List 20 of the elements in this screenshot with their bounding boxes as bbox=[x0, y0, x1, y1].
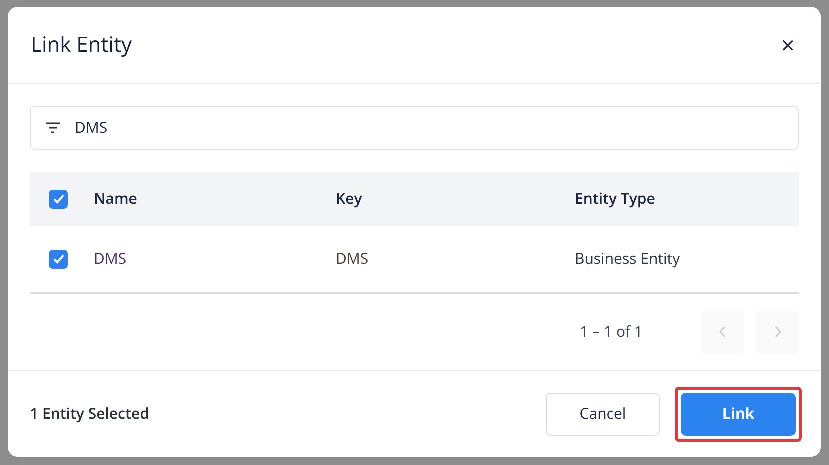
checkbox[interactable] bbox=[49, 190, 68, 208]
chevron-right-icon bbox=[774, 326, 782, 338]
link-button[interactable]: Link bbox=[681, 392, 796, 436]
table-cell-text: DMS bbox=[336, 249, 370, 269]
check-icon bbox=[52, 252, 66, 266]
table-cell-text: DMS bbox=[94, 249, 128, 269]
table-cell: Business Entity bbox=[575, 249, 680, 269]
check-icon bbox=[52, 192, 66, 206]
chevron-left-icon bbox=[718, 326, 726, 338]
column-header[interactable]: Key bbox=[336, 189, 575, 209]
column-header[interactable]: Name bbox=[94, 189, 336, 209]
filter-field[interactable]: DMS bbox=[30, 106, 799, 150]
filter-icon bbox=[45, 122, 61, 134]
close-button[interactable]: × bbox=[777, 28, 799, 62]
checkbox[interactable] bbox=[49, 250, 68, 268]
dialog-title: Link Entity bbox=[31, 31, 132, 59]
cancel-button[interactable]: Cancel bbox=[546, 392, 660, 436]
page-range: 1 – 1 of 1 bbox=[580, 322, 643, 342]
column-header[interactable]: Entity Type bbox=[575, 189, 656, 209]
selection-count: 1 Entity Selected bbox=[30, 404, 150, 424]
